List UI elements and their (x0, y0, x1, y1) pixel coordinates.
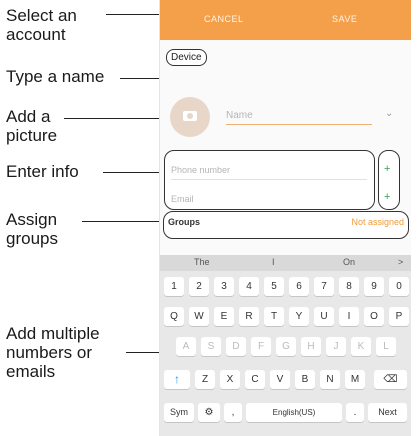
key-m[interactable]: M (345, 370, 365, 389)
add-phone-button[interactable]: + (384, 163, 390, 175)
name-input[interactable]: Name (226, 110, 253, 121)
key-0[interactable]: 0 (389, 277, 409, 296)
add-picture-button[interactable] (170, 97, 210, 137)
key-f[interactable]: F (251, 337, 271, 356)
key-q[interactable]: Q (164, 307, 184, 326)
groups-label: Groups (168, 217, 201, 227)
key-comma[interactable]: , (224, 403, 242, 422)
add-email-button[interactable]: + (384, 191, 390, 203)
callout-line: picture (6, 126, 58, 145)
callout-line: groups (6, 229, 58, 248)
suggestion-2[interactable]: I (272, 257, 275, 267)
divider (171, 179, 367, 180)
key-1[interactable]: 1 (164, 277, 184, 296)
key-c[interactable]: C (245, 370, 265, 389)
callout-line: Select an (6, 6, 77, 25)
save-button[interactable]: SAVE (332, 14, 357, 24)
key-u[interactable]: U (314, 307, 334, 326)
key-g[interactable]: G (276, 337, 296, 356)
key-h[interactable]: H (301, 337, 321, 356)
key-n[interactable]: N (320, 370, 340, 389)
leader-assign-groups (82, 221, 164, 222)
key-y[interactable]: Y (289, 307, 309, 326)
key-j[interactable]: J (326, 337, 346, 356)
sym-key[interactable]: Sym (164, 403, 194, 422)
callout-line: Add multiple (6, 324, 100, 343)
callout-line: emails (6, 362, 56, 381)
key-e[interactable]: E (214, 307, 234, 326)
chevron-down-icon[interactable]: ⌄ (385, 108, 393, 119)
camera-icon (183, 111, 197, 121)
callout-assign-groups: Assign groups (6, 210, 58, 248)
cancel-button[interactable]: CANCEL (204, 14, 244, 24)
callout-line: account (6, 25, 66, 44)
key-r[interactable]: R (239, 307, 259, 326)
key-l[interactable]: L (376, 337, 396, 356)
suggestion-bar: The I On > (160, 255, 411, 271)
phone-number-input[interactable]: Phone number (171, 165, 230, 175)
key-s[interactable]: S (201, 337, 221, 356)
callout-select-account: Select an account (6, 6, 77, 44)
email-input[interactable]: Email (171, 194, 194, 204)
leader-add-picture (64, 118, 170, 119)
key-t[interactable]: T (264, 307, 284, 326)
space-key[interactable]: English(US) (246, 403, 342, 422)
callout-line: numbers or (6, 343, 92, 362)
key-z[interactable]: Z (195, 370, 215, 389)
key-b[interactable]: B (295, 370, 315, 389)
key-5[interactable]: 5 (264, 277, 284, 296)
key-6[interactable]: 6 (289, 277, 309, 296)
add-field-buttons: + + (378, 150, 400, 210)
callout-line: Add a (6, 107, 51, 126)
callout-type-name: Type a name (6, 67, 105, 86)
key-p[interactable]: P (389, 307, 409, 326)
backspace-icon[interactable]: ⌫ (374, 370, 407, 389)
callout-enter-info: Enter info (6, 162, 79, 181)
key-o[interactable]: O (364, 307, 384, 326)
shift-key-icon[interactable]: ↑ (164, 370, 190, 389)
key-d[interactable]: D (226, 337, 246, 356)
key-2[interactable]: 2 (189, 277, 209, 296)
key-9[interactable]: 9 (364, 277, 384, 296)
key-4[interactable]: 4 (239, 277, 259, 296)
callout-line: Assign (6, 210, 58, 229)
name-underline (226, 124, 372, 125)
key-period[interactable]: . (346, 403, 364, 422)
key-8[interactable]: 8 (339, 277, 359, 296)
leader-enter-info (103, 172, 165, 173)
suggestion-3[interactable]: On (343, 257, 355, 267)
key-x[interactable]: X (220, 370, 240, 389)
callout-add-multiple: Add multiple numbers or emails (6, 324, 100, 381)
chevron-right-icon[interactable]: > (398, 257, 403, 267)
key-7[interactable]: 7 (314, 277, 334, 296)
action-bar: CANCEL SAVE (160, 0, 411, 40)
account-selector[interactable]: Device (166, 49, 207, 66)
callout-add-picture: Add a picture (6, 107, 57, 145)
key-i[interactable]: I (339, 307, 359, 326)
key-a[interactable]: A (176, 337, 196, 356)
gear-icon[interactable]: ⚙ (198, 403, 220, 422)
key-w[interactable]: W (189, 307, 209, 326)
key-k[interactable]: K (351, 337, 371, 356)
key-v[interactable]: V (270, 370, 290, 389)
next-key[interactable]: Next (368, 403, 407, 422)
key-3[interactable]: 3 (214, 277, 234, 296)
phone-screen: CANCEL SAVE Device Name ⌄ Phone number E… (160, 0, 411, 436)
groups-field[interactable]: Groups Not assigned (163, 211, 409, 239)
groups-value: Not assigned (351, 217, 404, 227)
leader-select-account (106, 14, 162, 15)
contact-info-group: Phone number Email (164, 150, 375, 210)
keyboard: The I On > 1 2 3 4 5 6 7 8 9 0 Q W E R T… (160, 255, 411, 436)
suggestion-1[interactable]: The (194, 257, 210, 267)
